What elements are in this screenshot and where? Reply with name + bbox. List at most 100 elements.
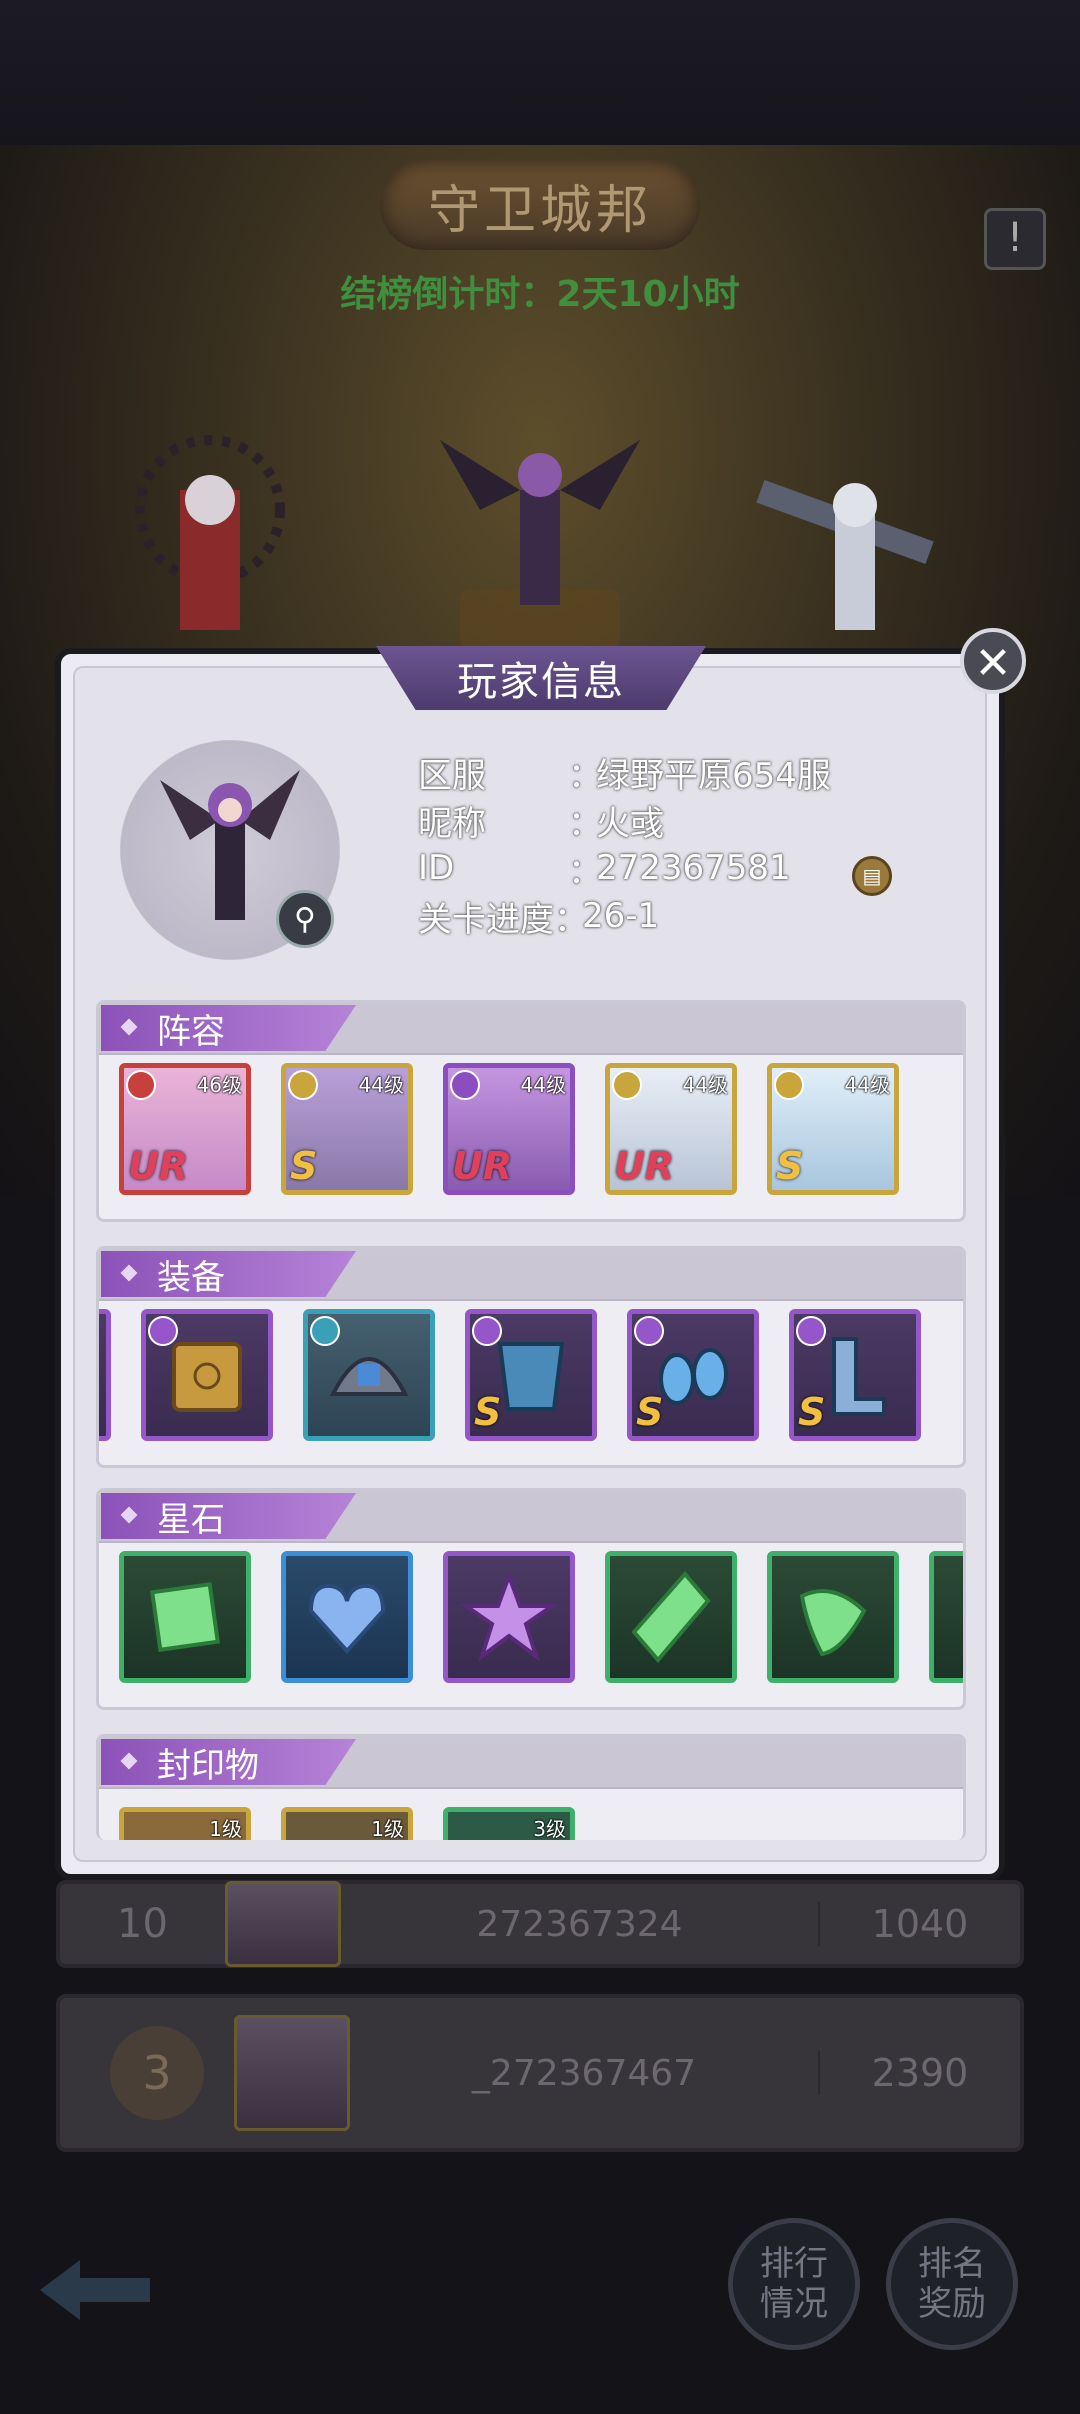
copy-icon[interactable]: ▤	[852, 856, 892, 896]
section-header: 封印物	[99, 1737, 963, 1789]
event-title-banner: 守卫城邦	[380, 160, 700, 250]
hero-level: 44级	[358, 1073, 404, 1097]
separator: ：	[568, 803, 602, 844]
seal-card[interactable]: 1级	[119, 1807, 251, 1840]
section-tag: 阵容	[101, 1005, 356, 1051]
section-title: 封印物	[157, 1745, 259, 1786]
podium-character-left[interactable]	[100, 430, 320, 650]
server-label: 区服	[418, 755, 486, 796]
square-gem-icon[interactable]	[119, 1551, 251, 1683]
countdown-text: 结榜倒计时：2天10小时	[340, 274, 740, 315]
lineup-section: 阵容 46级 UR 44级 S 44级 UR 44级 UR 44级 S	[96, 1000, 966, 1222]
section-title: 装备	[157, 1257, 225, 1298]
equipment-card-partial[interactable]	[99, 1309, 111, 1441]
slot-badge-icon	[310, 1316, 340, 1346]
hero-level: 44级	[844, 1073, 890, 1097]
class-badge-icon	[288, 1070, 318, 1100]
earring-icon[interactable]: S	[627, 1309, 759, 1441]
back-arrow-icon[interactable]	[30, 2250, 170, 2330]
ranking-status-label: 排行 情况	[760, 2244, 828, 2324]
hero-level: 44级	[682, 1073, 728, 1097]
table-row[interactable]: 10 272367324 1040	[56, 1880, 1024, 1968]
gem-graphic	[308, 1583, 386, 1654]
star-gem-icon[interactable]	[443, 1551, 575, 1683]
section-header: 星石	[99, 1491, 963, 1543]
class-badge-icon	[450, 1070, 480, 1100]
ranking-status-button[interactable]: 排行 情况	[728, 2218, 860, 2350]
rarity-badge: UR	[452, 1144, 513, 1188]
rarity-badge: UR	[614, 1144, 675, 1188]
podium-character-center[interactable]	[440, 420, 640, 610]
hero-card[interactable]: 46级 UR	[119, 1063, 251, 1195]
section-tag: 星石	[101, 1493, 356, 1539]
seal-list: 1级 1级 3级	[119, 1807, 575, 1840]
section-tag: 装备	[101, 1251, 356, 1297]
ranking-reward-button[interactable]: 排名 奖励	[886, 2218, 1018, 2350]
class-badge-icon	[612, 1070, 642, 1100]
seal-card[interactable]: 3级	[443, 1807, 575, 1840]
boots-icon[interactable]: S	[789, 1309, 921, 1441]
section-header: 阵容	[99, 1003, 963, 1055]
triangle-gem-icon[interactable]	[767, 1551, 899, 1683]
nickname-row: 昵称 ： 火彧	[418, 796, 831, 844]
seal-section: 封印物 1级 1级 3级	[96, 1734, 966, 1840]
gem-card-partial[interactable]	[929, 1551, 963, 1683]
rank-medal: 3	[110, 2026, 204, 2120]
hero-card[interactable]: 44级 S	[767, 1063, 899, 1195]
player-id: _272367467	[471, 2052, 697, 2094]
slot-badge-icon	[796, 1316, 826, 1346]
rarity-badge: S	[776, 1144, 804, 1188]
book-icon[interactable]	[141, 1309, 273, 1441]
avatar	[234, 2015, 350, 2131]
helmet-icon[interactable]	[303, 1309, 435, 1441]
close-icon[interactable]: ✕	[960, 628, 1026, 694]
panel-title: 玩家信息	[457, 659, 625, 705]
table-row[interactable]: 3 _272367467 2390	[56, 1994, 1024, 2152]
class-badge-icon	[774, 1070, 804, 1100]
id-label: ID	[418, 848, 455, 888]
id-value: 272367581	[596, 848, 791, 888]
starstone-list	[119, 1551, 963, 1683]
gem-graphic	[149, 1581, 221, 1653]
id-row: ID ： 272367581	[418, 844, 831, 892]
class-badge-icon	[126, 1070, 156, 1100]
hero-card[interactable]: 44级 UR	[443, 1063, 575, 1195]
gem-graphic	[631, 1570, 711, 1664]
section-header: 装备	[99, 1249, 963, 1301]
event-title: 守卫城邦	[427, 180, 652, 241]
nickname-label: 昵称	[418, 803, 486, 844]
seal-level: 3级	[533, 1817, 566, 1840]
hero-card[interactable]: 44级 UR	[605, 1063, 737, 1195]
panel-title-banner: 玩家信息	[376, 646, 706, 710]
slot-badge-icon	[634, 1316, 664, 1346]
ranking-reward-label: 排名 奖励	[918, 2244, 986, 2324]
score: 2390	[818, 2051, 1020, 2095]
rarity-badge: S	[290, 1144, 318, 1188]
rarity-badge: S	[474, 1390, 502, 1434]
seal-level: 1级	[209, 1817, 242, 1840]
score: 1040	[818, 1902, 1020, 1946]
hero-level: 46级	[196, 1073, 242, 1097]
rarity-badge: UR	[128, 1144, 189, 1188]
podium-character-right[interactable]	[755, 450, 955, 640]
hero-card[interactable]: 44级 S	[281, 1063, 413, 1195]
armor-icon[interactable]: S	[465, 1309, 597, 1441]
hero-level: 44级	[520, 1073, 566, 1097]
section-tag: 封印物	[101, 1739, 356, 1785]
seal-card[interactable]: 1级	[281, 1807, 413, 1840]
slot-badge-icon	[148, 1316, 178, 1346]
heart-gem-icon[interactable]	[281, 1551, 413, 1683]
section-title: 星石	[157, 1499, 225, 1540]
progress-row: 关卡进度 ： 26-1	[418, 892, 831, 940]
magnifier-icon[interactable]: ⚲	[276, 890, 334, 948]
exclamation-icon[interactable]: !	[984, 208, 1046, 270]
rarity-badge: S	[798, 1390, 826, 1434]
hero-list: 46级 UR 44级 S 44级 UR 44级 UR 44级 S	[119, 1063, 899, 1195]
top-bar	[0, 0, 1080, 145]
equipment-list: S S S	[99, 1309, 921, 1441]
rarity-badge: S	[636, 1390, 664, 1434]
diamond-gem-icon[interactable]	[605, 1551, 737, 1683]
starstone-section: 星石	[96, 1488, 966, 1710]
seal-level: 1级	[371, 1817, 404, 1840]
separator: ：	[568, 851, 602, 892]
